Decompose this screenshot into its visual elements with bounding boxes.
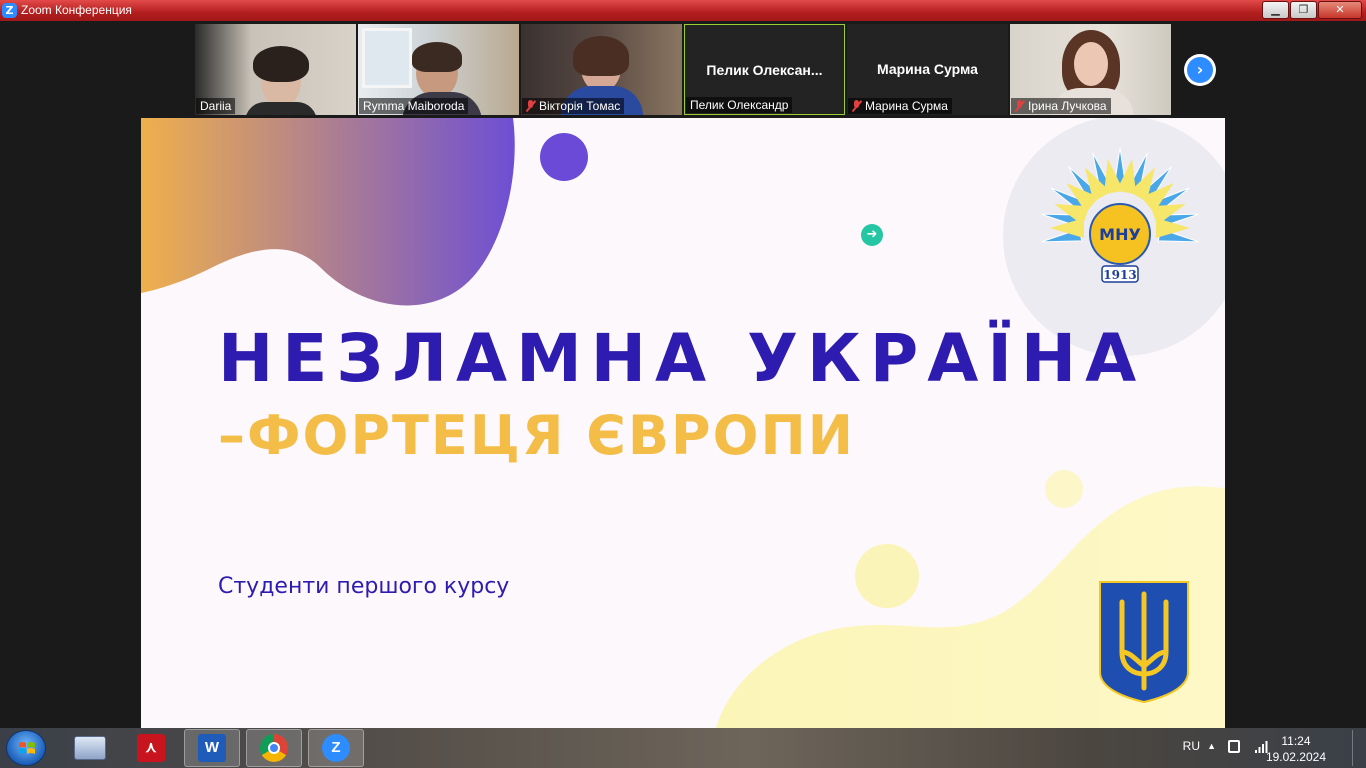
svg-text:МНУ: МНУ [1099,225,1141,244]
coat-of-arms-icon [1099,581,1189,704]
presenter-cursor-icon: ➜ [861,224,883,246]
taskbar-word-app[interactable]: W [184,729,240,767]
participant-name: Rymma Maiboroda [359,98,469,114]
participant-tile-active[interactable]: Пелик Олексан... Пелик Олександр [684,24,845,115]
participant-tile[interactable]: Вікторія Томас [521,24,682,115]
system-tray: RU ▲ 11:24 19.02.2024 [1146,728,1366,768]
shared-slide: МНУ 1913 ➜ НЕЗЛАМНА УКРАЇНА –ФОРТЕЦЯ ЄВР… [141,118,1225,728]
show-desktop-button[interactable] [1352,730,1364,766]
keyboard-icon [74,736,106,760]
minimize-button[interactable]: ▁ [1262,1,1289,19]
participant-name: Марина Сурма [848,98,952,114]
taskbar-acrobat-app[interactable]: ⋏ [123,729,179,767]
clock-time: 11:24 [1281,734,1311,748]
start-button[interactable] [6,730,46,766]
yellow-dot-small [1045,470,1083,508]
window-title: Zoom Конференция [21,3,132,17]
participant-tile[interactable]: Ірина Лучкова [1010,24,1171,115]
clock-date: 19.02.2024 [1265,750,1326,764]
mic-muted-icon [1015,100,1024,112]
mic-muted-icon [852,100,861,112]
participant-name: Dariia [196,98,236,114]
yellow-dot-medium [855,544,919,608]
gallery-strip: Dariia Rymma Maiboroda Вікторія Томас Пе… [0,21,1366,118]
participant-name: Ірина Лучкова [1011,98,1111,114]
participant-name: Вікторія Томас [522,98,625,114]
svg-text:1913: 1913 [1103,268,1136,282]
participant-tile[interactable]: Dariia [195,24,356,115]
mic-muted-icon [526,100,535,112]
word-icon: W [198,734,226,762]
device-icon[interactable] [1228,740,1240,753]
zoom-z-icon: Z [2,3,17,18]
chrome-icon [260,734,288,762]
slide-subtitle: Студенти першого курсу [218,574,510,599]
close-button[interactable]: ✕ [1318,1,1362,19]
slide-title-line2: –ФОРТЕЦЯ ЄВРОПИ [218,404,855,467]
taskbar-chrome-app[interactable] [246,729,302,767]
gradient-blob [141,118,515,306]
taskbar: ⋏ W Z RU ▲ 11:24 19.02.2024 [0,728,1366,768]
taskbar-keyboard-app[interactable] [62,729,118,767]
language-indicator[interactable]: RU [1183,739,1200,753]
acrobat-icon: ⋏ [137,734,165,762]
gallery-next-button[interactable]: › [1184,54,1216,86]
window-titlebar: Z Zoom Конференция ▁ ❐ ✕ [0,0,1366,21]
window-controls: ▁ ❐ ✕ [1261,1,1362,19]
participant-tile[interactable]: Марина Сурма Марина Сурма [847,24,1008,115]
zoom-icon: Z [322,734,350,762]
windows-flag-icon [19,742,35,754]
participant-tile[interactable]: Rymma Maiboroda [358,24,519,115]
chevron-right-icon: › [1187,57,1213,83]
taskbar-zoom-app[interactable]: Z [308,729,364,767]
participant-name: Пелик Олександр [686,97,793,113]
participant-display-name: Пелик Олексан... [706,62,823,78]
slide-title-line1: НЕЗЛАМНА УКРАЇНА [218,320,1146,397]
purple-dot [540,133,588,181]
clock[interactable]: 11:24 19.02.2024 [1266,733,1326,765]
tray-expand-icon[interactable]: ▲ [1207,741,1216,751]
restore-button[interactable]: ❐ [1290,1,1317,19]
participant-display-name: Марина Сурма [877,61,978,77]
